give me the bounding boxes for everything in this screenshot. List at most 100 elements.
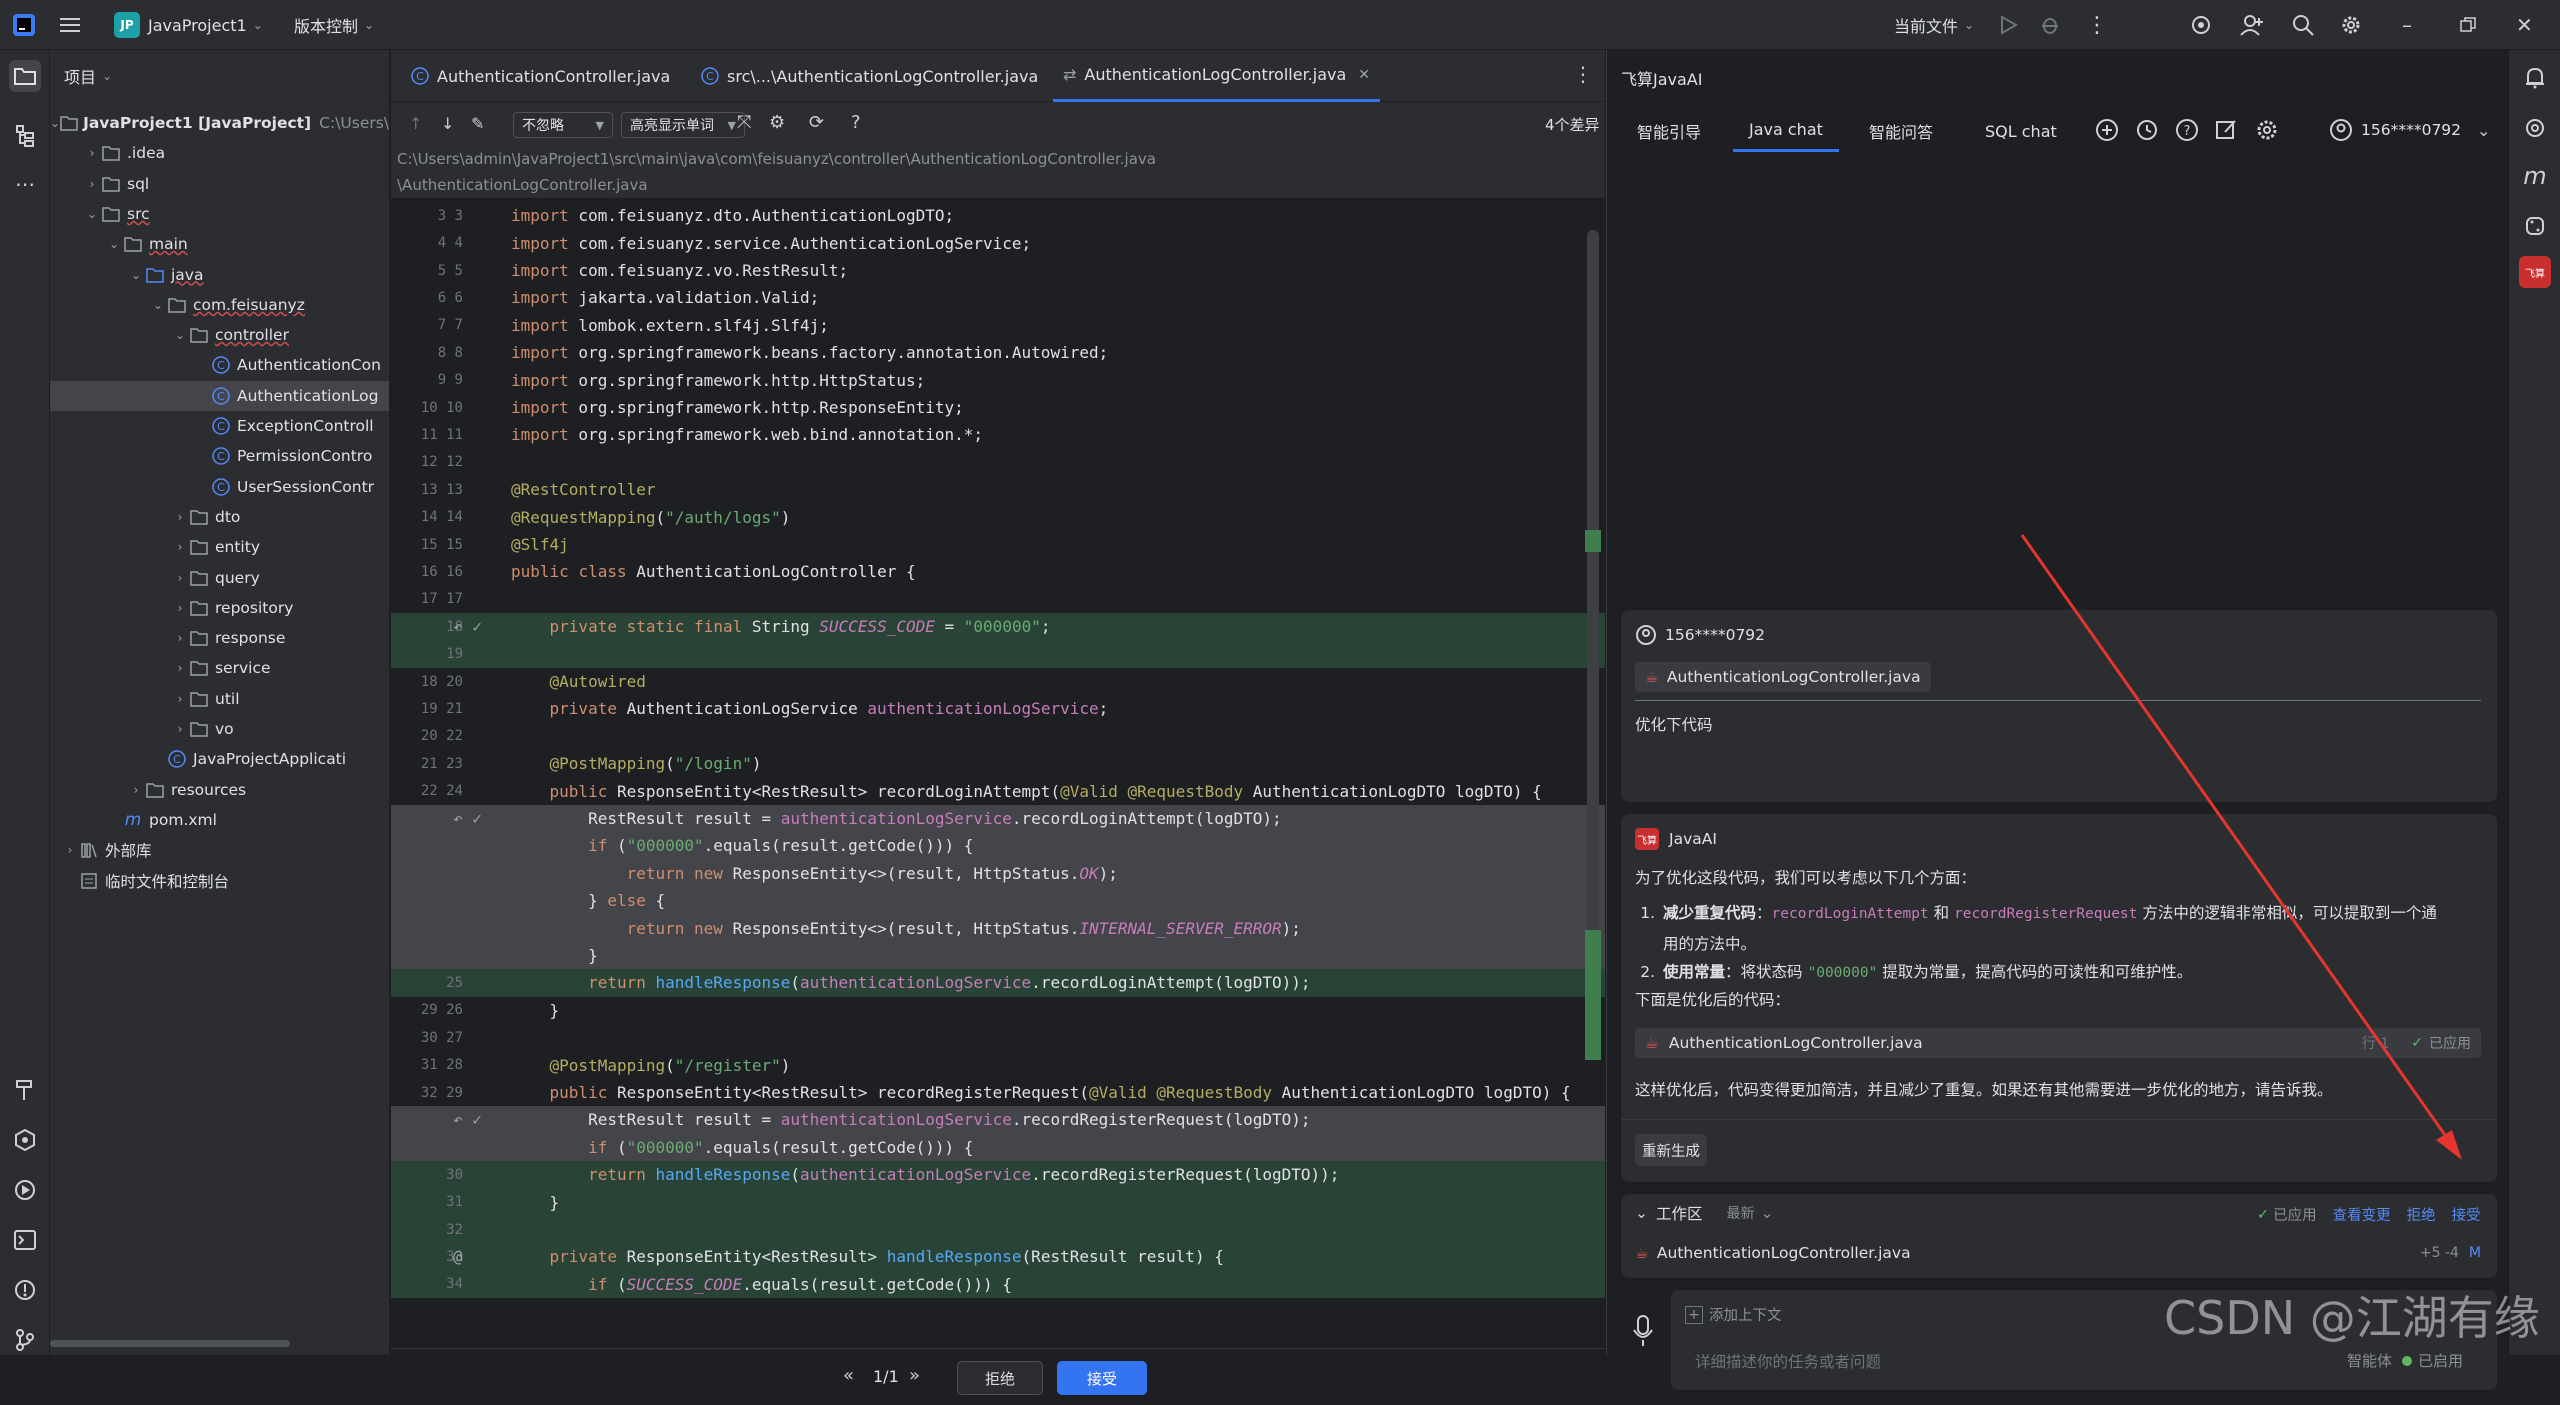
main-menu-icon[interactable] [60, 0, 82, 50]
editor-scrollbar[interactable] [1587, 230, 1599, 1030]
new-chat-icon[interactable] [2095, 118, 2119, 146]
run-tool-icon[interactable] [9, 1174, 41, 1206]
chevron-right-icon[interactable]: › [172, 510, 188, 524]
tree-item[interactable]: › sql [50, 169, 389, 199]
chevron-down-icon[interactable]: ⌄ [106, 237, 122, 251]
tree-item[interactable]: ⌄ java [50, 260, 389, 290]
tree-item[interactable]: ⌄ src [50, 199, 389, 229]
project-panel-header[interactable]: 项目 ⌄ [64, 64, 112, 88]
notifications-bell-icon[interactable] [2519, 62, 2551, 94]
collapse-icon[interactable]: ⤧ [737, 112, 751, 133]
terminal-icon[interactable] [9, 1224, 41, 1256]
add-context-button[interactable]: + 添加上下文 [1685, 1304, 1782, 1325]
microphone-icon[interactable] [1631, 1314, 1655, 1352]
search-icon[interactable] [2292, 0, 2314, 50]
tree-item[interactable]: C AuthenticationCon [50, 350, 389, 380]
code-area[interactable]: 3 3 import com.feisuanyz.dto.Authenticati… [391, 198, 1605, 1348]
tree-item[interactable]: ⌄ controller [50, 320, 389, 350]
chevron-down-icon[interactable]: ⌄ [172, 328, 188, 342]
tree-item[interactable]: › entity [50, 532, 389, 562]
history-icon[interactable] [2135, 118, 2159, 146]
tree-item[interactable]: ⌄ JavaProject1 [JavaProject] C:\Users\a [50, 108, 389, 138]
regenerate-button[interactable]: 重新生成 [1635, 1134, 1707, 1166]
workspace-header[interactable]: ⌄ 工作区 最新 ⌄ [1635, 1202, 1774, 1224]
help-icon[interactable]: ? [2175, 118, 2199, 146]
minimize-icon[interactable]: – [2402, 0, 2412, 50]
tab-sql-chat[interactable]: SQL chat [1985, 110, 2057, 152]
tree-item[interactable]: C JavaProjectApplicati [50, 744, 389, 774]
ai-assistant-icon[interactable] [2190, 0, 2212, 50]
tree-item[interactable]: › response [50, 623, 389, 653]
chevron-right-icon[interactable]: › [128, 783, 144, 797]
tree-item[interactable]: › query [50, 563, 389, 593]
ignore-select[interactable]: 不忽略 ▼ [513, 112, 613, 138]
chevron-down-icon[interactable]: ⌄ [150, 298, 166, 312]
tab-smart-guide[interactable]: 智能引导 [1637, 110, 1701, 152]
revert-accept-gutter-icon[interactable]: ↶ ✓ [453, 617, 482, 636]
edit-pencil-icon[interactable]: ✎ [471, 114, 484, 133]
help-icon[interactable]: ? [851, 112, 861, 133]
feisuan-ai-icon[interactable]: 飞算 [2519, 256, 2551, 288]
maven-icon[interactable]: m [2519, 160, 2551, 192]
accept-button[interactable]: 接受 [1057, 1361, 1147, 1395]
git-branch-icon[interactable] [9, 1324, 41, 1356]
arrow-down-icon[interactable]: ↓ [441, 114, 454, 133]
tab-src-authentication-log-controller[interactable]: C src\...\AuthenticationLogController.ja… [691, 50, 1048, 102]
more-actions-icon[interactable]: ⋮ [2086, 0, 2108, 50]
attached-file-chip[interactable]: ☕ AuthenticationLogController.java [1635, 662, 1931, 692]
chevron-right-icon[interactable]: › [172, 540, 188, 554]
more-tools-icon[interactable]: ⋯ [9, 168, 41, 200]
tree-item[interactable]: › dto [50, 502, 389, 532]
chevron-right-icon[interactable]: › [172, 692, 188, 706]
python-icon[interactable] [2519, 210, 2551, 242]
chevron-right-icon[interactable]: › [172, 722, 188, 736]
tree-item[interactable]: ⌄ main [50, 229, 389, 259]
tree-item[interactable]: › 外部库 [50, 835, 389, 865]
tree-item[interactable]: m pom.xml [50, 805, 389, 835]
run-config-select[interactable]: 当前文件 ⌄ [1894, 0, 1974, 50]
tab-diff-authentication-log-controller[interactable]: ⇄ AuthenticationLogController.java ✕ [1053, 50, 1381, 102]
tab-java-chat[interactable]: Java chat [1733, 110, 1839, 152]
revert-accept-gutter-icon[interactable]: ↶ ✓ [453, 809, 482, 828]
debug-icon[interactable] [2040, 0, 2060, 50]
account-menu[interactable]: 156****0792 ⌄ [2329, 118, 2490, 142]
edit-icon[interactable] [2215, 118, 2239, 146]
tree-item[interactable]: C PermissionContro [50, 441, 389, 471]
override-gutter-icon[interactable]: @ [453, 1247, 463, 1266]
tree-item[interactable]: ⌄ com.feisuanyz [50, 290, 389, 320]
build-hammer-icon[interactable] [9, 1074, 41, 1106]
tree-item[interactable]: › vo [50, 714, 389, 744]
project-folder-icon[interactable] [9, 60, 41, 92]
tree-item[interactable]: 临时文件和控制台 [50, 866, 389, 896]
vcs-menu[interactable]: 版本控制 ⌄ [294, 0, 374, 50]
intellij-logo-icon[interactable] [12, 0, 36, 50]
problems-icon[interactable] [9, 1274, 41, 1306]
diff-settings-gear-icon[interactable]: ⚙ [769, 112, 785, 133]
ai-chat-icon[interactable] [2519, 112, 2551, 144]
chevron-down-icon[interactable]: ⌄ [50, 116, 60, 130]
next-diff-icon[interactable]: » [909, 1365, 920, 1386]
tree-item[interactable]: C ExceptionControll [50, 411, 389, 441]
arrow-up-icon[interactable]: ↑ [409, 114, 422, 133]
chevron-right-icon[interactable]: › [172, 571, 188, 585]
chevron-down-icon[interactable]: ⌄ [128, 268, 144, 282]
sync-scroll-icon[interactable]: ⟳ [809, 112, 824, 133]
services-icon[interactable] [9, 1124, 41, 1156]
run-icon[interactable] [1998, 0, 2018, 50]
chevron-right-icon[interactable]: › [172, 631, 188, 645]
chevron-right-icon[interactable]: › [84, 146, 100, 160]
tab-more-icon[interactable]: ⋮ [1573, 62, 1593, 86]
chevron-right-icon[interactable]: › [62, 843, 78, 857]
add-user-icon[interactable] [2240, 0, 2264, 50]
previous-diff-icon[interactable]: « [843, 1365, 854, 1386]
tree-item[interactable]: › util [50, 684, 389, 714]
tab-smart-qa[interactable]: 智能问答 [1869, 110, 1933, 152]
tree-item[interactable]: › .idea [50, 138, 389, 168]
tree-item[interactable]: › resources [50, 775, 389, 805]
structure-icon[interactable] [9, 120, 41, 152]
chevron-right-icon[interactable]: › [172, 661, 188, 675]
chevron-down-icon[interactable]: ⌄ [84, 207, 100, 221]
horizontal-scrollbar[interactable] [50, 1340, 290, 1347]
close-icon[interactable]: ✕ [2516, 0, 2533, 50]
restore-icon[interactable] [2460, 0, 2476, 50]
